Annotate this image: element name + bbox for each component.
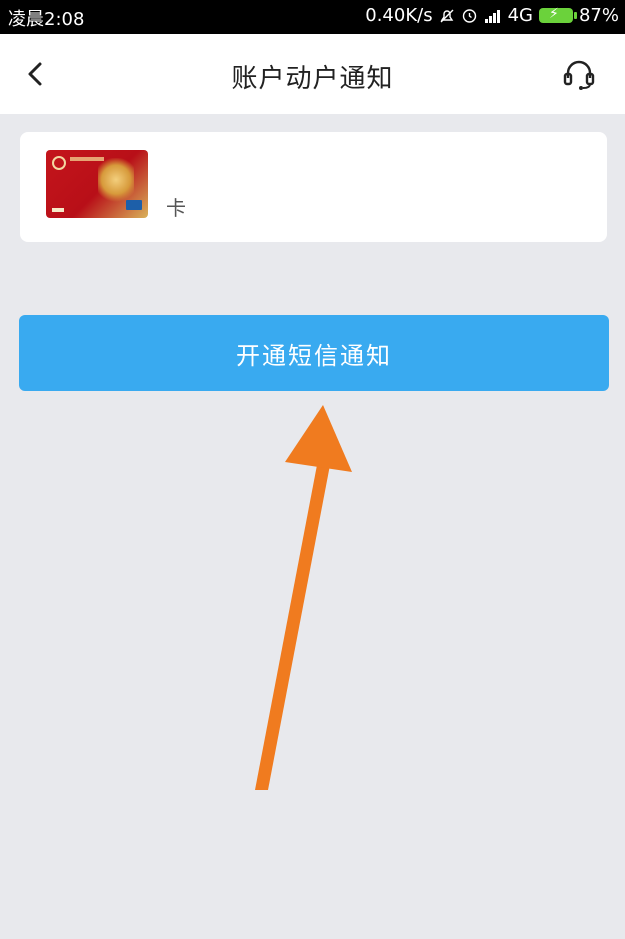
annotation-arrow-icon	[255, 405, 352, 790]
